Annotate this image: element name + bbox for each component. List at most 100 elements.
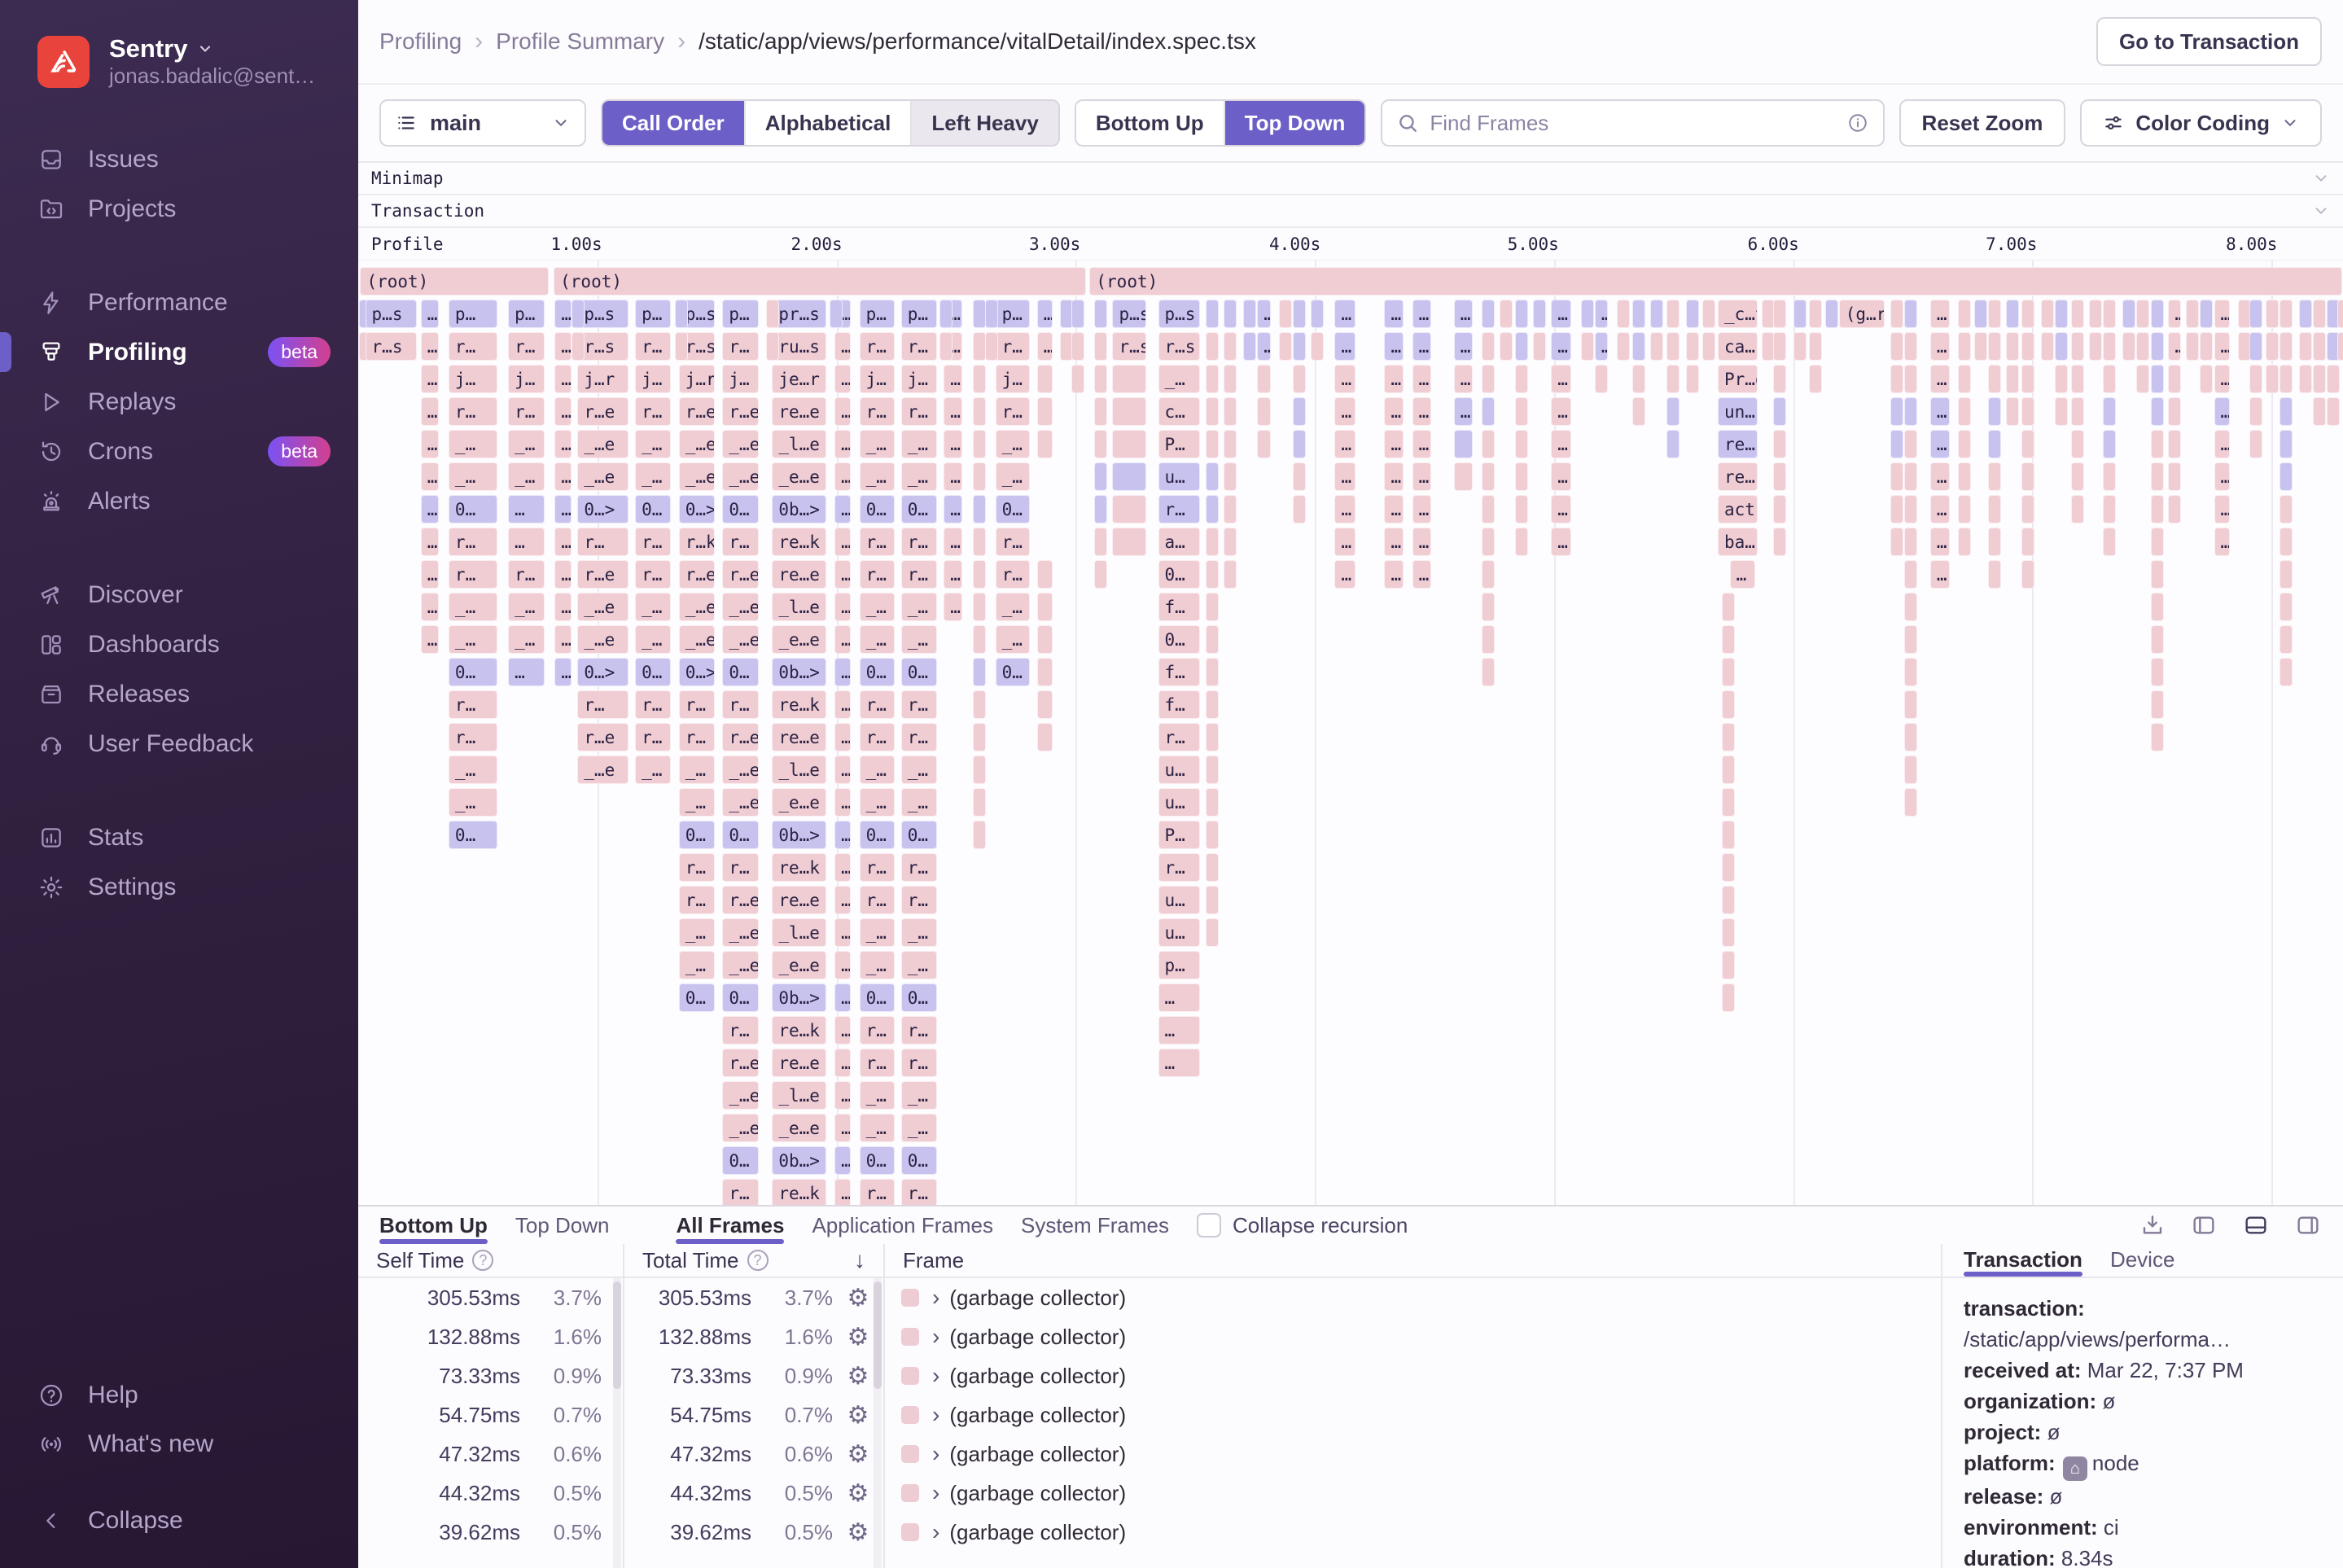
flame-cell[interactable]: … [421,430,439,458]
flame-cell[interactable]: _…e [679,625,715,654]
flame-cell[interactable] [1581,332,1594,361]
flame-cell[interactable]: … [834,658,851,686]
flame-cell[interactable] [1071,300,1084,328]
flame-cell[interactable]: r… [722,332,759,361]
expand-chevron-icon[interactable]: › [932,1285,939,1311]
flame-cell[interactable] [1722,593,1735,621]
flame-cell[interactable]: u… [1158,788,1200,817]
flame-cell[interactable]: 0… [860,1146,896,1175]
flame-cell[interactable] [2168,462,2181,491]
flame-cell[interactable] [973,397,986,426]
flame-cell[interactable] [1904,756,1917,784]
flame-cell[interactable]: _… [679,918,715,947]
flame-cell[interactable]: j… [508,365,545,393]
flame-cell[interactable]: r… [635,332,671,361]
flame-cell[interactable]: _… [901,430,937,458]
flame-cell[interactable]: j… [860,365,896,393]
flame-cell[interactable]: p… [860,300,896,328]
flame-cell[interactable]: … [944,528,962,556]
flame-cell[interactable]: r… [901,560,937,589]
flame-cell[interactable] [2089,332,2102,361]
flame-cell[interactable]: _…e [722,918,759,947]
flame-cell[interactable]: r…s [577,332,628,361]
flame-cell[interactable]: 0… [860,495,896,523]
flame-cell[interactable]: … [1257,332,1271,361]
flame-cell[interactable]: _… [635,462,671,491]
flame-cell[interactable]: … [2214,397,2231,426]
flame-cell[interactable]: 0… [679,821,715,849]
flame-cell[interactable] [973,528,986,556]
flame-cell[interactable] [2299,300,2312,328]
flame-cell[interactable]: re…r [1718,462,1758,491]
flame-cell[interactable] [1773,300,1786,328]
flame-cell[interactable] [1515,528,1528,556]
flame-cell[interactable] [2055,300,2068,328]
flame-cell[interactable] [1071,332,1084,361]
flame-cell[interactable]: … [834,560,851,589]
flame-cell[interactable] [1311,332,1324,361]
flame-cell[interactable]: re…e [772,560,826,589]
flame-cell[interactable] [2200,332,2213,361]
flame-cell[interactable]: j… [449,365,497,393]
flame-cell[interactable]: … [1384,430,1403,458]
flame-cell[interactable] [1904,625,1917,654]
flame-cell[interactable] [2055,332,2068,361]
flame-cell[interactable] [2279,625,2293,654]
flame-cell[interactable]: … [2214,495,2231,523]
flame-cell[interactable]: _… [679,756,715,784]
flame-cell[interactable] [1037,690,1053,719]
flame-cell[interactable]: … [1930,365,1950,393]
flame-cell[interactable]: re…k [772,1016,826,1045]
flame-cell[interactable]: 0… [635,495,671,523]
tab-top-down[interactable]: Top Down [515,1207,610,1244]
flame-cell[interactable]: _… [635,430,671,458]
flame-cell[interactable]: … [1412,332,1431,361]
flame-cell[interactable] [1482,365,1495,393]
flame-cell[interactable]: … [421,365,439,393]
flame-cell[interactable]: … [2214,365,2231,393]
flame-cell[interactable]: r… [860,1049,896,1077]
flame-cell[interactable] [2041,332,2054,361]
flame-cell[interactable] [1257,430,1271,458]
flame-cell[interactable]: p… [901,300,937,328]
flame-cell[interactable]: … [834,821,851,849]
flame-cell[interactable] [1974,300,1987,328]
flame-cell[interactable] [2327,365,2340,393]
flame-cell[interactable] [1293,430,1306,458]
flame-cell[interactable] [1206,397,1219,426]
flame-cell[interactable]: r… [860,332,896,361]
flame-cell[interactable]: re…k [772,853,826,882]
flame-cell[interactable] [2313,397,2326,426]
flame-cell[interactable]: r…s [366,332,417,361]
sidebar-item-discover[interactable]: Discover [0,570,358,620]
thread-selector[interactable]: main [379,99,586,147]
flame-cell[interactable] [2071,397,2084,426]
flame-cell[interactable] [973,821,986,849]
flame-cell[interactable]: _e…e [772,462,826,491]
flame-cell[interactable]: a… [1158,528,1200,556]
flame-cell[interactable] [1890,365,1903,393]
flame-cell[interactable] [1482,397,1495,426]
flame-cell[interactable] [1482,560,1495,589]
expand-chevron-icon[interactable]: › [932,1363,939,1389]
flame-cell[interactable]: … [2214,332,2231,361]
flame-cell[interactable] [2151,690,2164,719]
flame-cell[interactable] [2136,332,2149,361]
flame-cell[interactable]: … [1595,300,1608,328]
flame-cell[interactable] [1974,332,1987,361]
flame-cell[interactable] [1722,983,1735,1012]
flame-cell[interactable]: r… [679,690,715,719]
scrollbar-thumb[interactable] [874,1281,882,1389]
flame-cell[interactable]: 0… [901,821,937,849]
flame-cell[interactable] [2151,723,2164,751]
flame-cell[interactable] [1722,853,1735,882]
flame-cell[interactable]: r… [860,690,896,719]
flame-cell[interactable] [1224,560,1237,589]
flame-cell[interactable] [1722,690,1735,719]
flame-cell[interactable] [1533,332,1546,361]
flame-cell[interactable]: re…k [772,1179,826,1205]
flame-cell[interactable] [1890,528,1903,556]
flame-cell[interactable] [1988,462,2001,491]
tab-application-frames[interactable]: Application Frames [812,1207,993,1244]
flame-cell[interactable] [1988,528,2001,556]
